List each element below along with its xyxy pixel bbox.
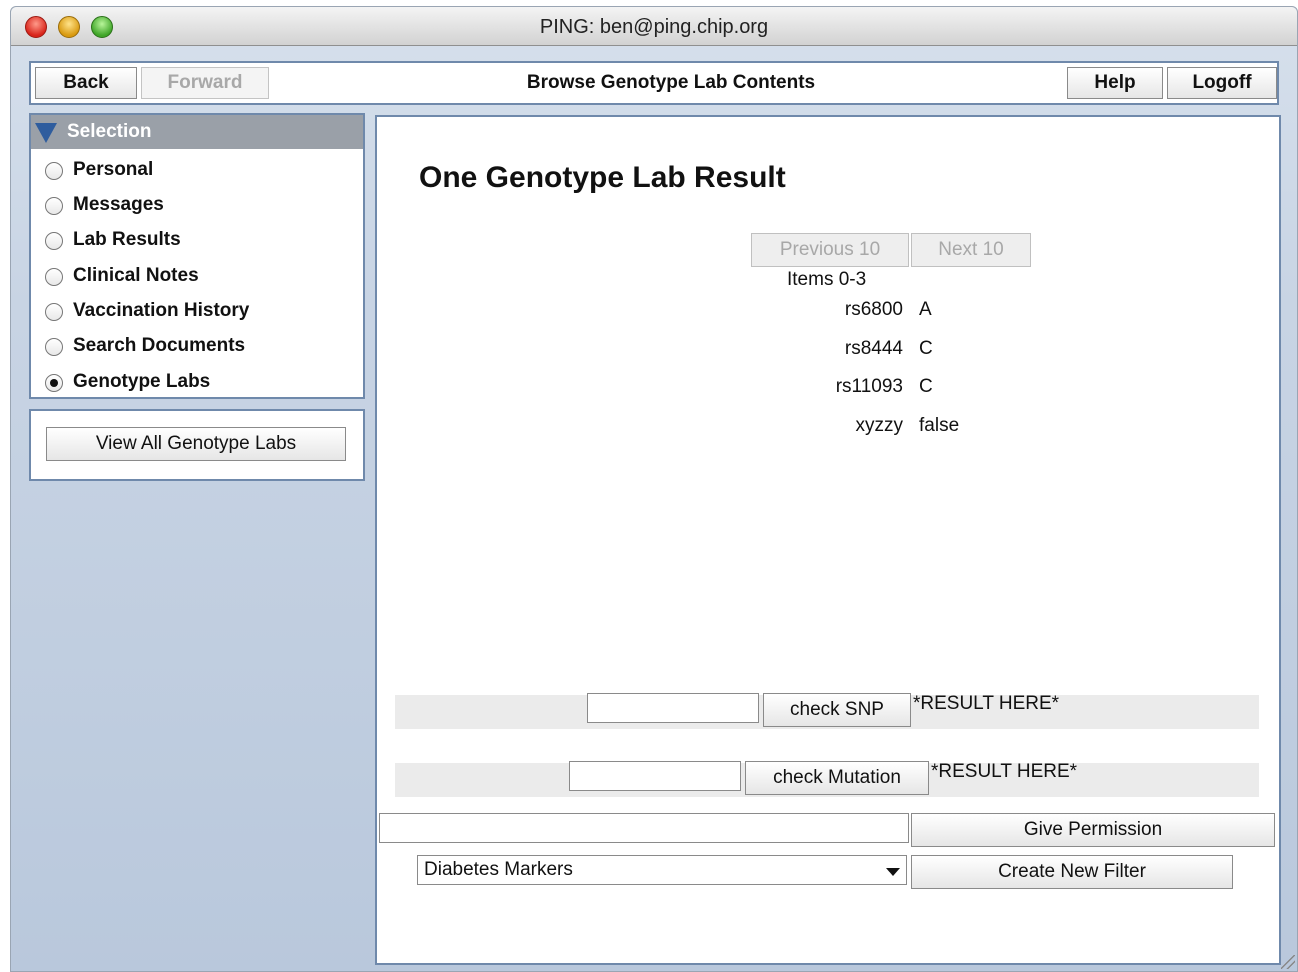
sidebar-item-label: Personal	[73, 159, 154, 180]
result-key: rs11093	[835, 376, 903, 397]
view-all-genotype-labs-button[interactable]: View All Genotype Labs	[46, 427, 346, 461]
result-heading: One Genotype Lab Result	[419, 161, 786, 194]
back-button[interactable]: Back	[35, 67, 137, 99]
previous-10-button[interactable]: Previous 10	[751, 233, 909, 267]
help-button[interactable]: Help	[1067, 67, 1163, 99]
mutation-result-text: *RESULT HERE*	[931, 761, 1078, 782]
result-value: C	[919, 338, 933, 359]
next-10-button[interactable]: Next 10	[911, 233, 1031, 267]
filter-selected-value: Diabetes Markers	[424, 859, 573, 880]
selection-header[interactable]: Selection	[31, 115, 363, 149]
page-title: Browse Genotype Lab Contents	[526, 72, 816, 93]
radio-button-icon[interactable]	[45, 162, 63, 180]
result-row: rs6800 A	[777, 299, 1077, 329]
result-value: false	[919, 415, 960, 436]
result-value: A	[919, 299, 932, 320]
sidebar-item-label: Lab Results	[73, 229, 181, 250]
navigation-bar: Back Forward Browse Genotype Lab Content…	[29, 61, 1279, 105]
forward-button[interactable]: Forward	[141, 67, 269, 99]
sidebar-item-label: Search Documents	[73, 335, 246, 356]
result-row: rs11093 C	[777, 376, 1077, 406]
check-snp-button[interactable]: check SNP	[763, 693, 911, 727]
radio-button-icon[interactable]	[45, 232, 63, 250]
view-all-panel: View All Genotype Labs	[29, 409, 365, 481]
sidebar-item-label: Vaccination History	[73, 300, 250, 321]
disclosure-triangle-icon	[35, 123, 57, 143]
check-mutation-button[interactable]: check Mutation	[745, 761, 929, 795]
sidebar-item-label: Genotype Labs	[73, 371, 211, 392]
selection-header-label: Selection	[67, 121, 152, 142]
mutation-input[interactable]	[569, 761, 741, 791]
result-key: xyzzy	[855, 415, 904, 436]
result-key: rs6800	[844, 299, 903, 320]
check-mutation-row: check Mutation *RESULT HERE*	[395, 761, 1259, 797]
result-row: rs8444 C	[777, 338, 1077, 368]
permission-input[interactable]	[379, 813, 909, 843]
snp-result-text: *RESULT HERE*	[913, 693, 1060, 714]
sidebar-item-label: Clinical Notes	[73, 265, 199, 286]
check-snp-row: check SNP *RESULT HERE*	[395, 693, 1259, 729]
radio-button-selected-icon[interactable]	[45, 374, 63, 392]
filter-select[interactable]: Diabetes Markers	[417, 855, 907, 885]
items-range-label: Items 0-3	[787, 269, 867, 290]
app-window: PING: ben@ping.chip.org Back Forward Bro…	[10, 6, 1298, 972]
resize-grip-icon[interactable]	[1281, 955, 1295, 969]
sidebar-item-label: Messages	[73, 194, 164, 215]
main-content-panel: One Genotype Lab Result Previous 10 Next…	[375, 115, 1281, 905]
result-row: xyzzy false	[777, 415, 1077, 445]
window-title: PING: ben@ping.chip.org	[539, 16, 769, 38]
dropdown-arrow-icon	[886, 868, 900, 876]
status-area	[375, 903, 1281, 965]
snp-input[interactable]	[587, 693, 759, 723]
radio-button-icon[interactable]	[45, 268, 63, 286]
title-bar: PING: ben@ping.chip.org	[11, 7, 1297, 46]
radio-button-icon[interactable]	[45, 197, 63, 215]
radio-button-icon[interactable]	[45, 303, 63, 321]
result-key: rs8444	[844, 338, 903, 359]
radio-button-icon[interactable]	[45, 338, 63, 356]
give-permission-button[interactable]: Give Permission	[911, 813, 1275, 847]
result-value: C	[919, 376, 933, 397]
logoff-button[interactable]: Logoff	[1167, 67, 1277, 99]
selection-panel: Selection Personal Messages Lab Results …	[29, 113, 365, 399]
create-new-filter-button[interactable]: Create New Filter	[911, 855, 1233, 889]
